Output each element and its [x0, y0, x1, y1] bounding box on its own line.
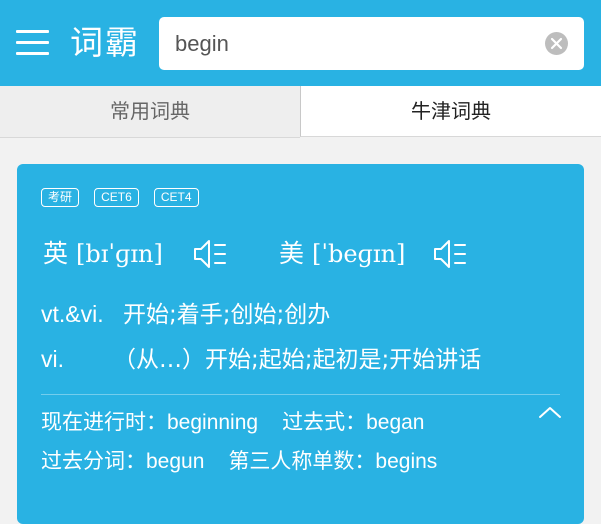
form-label: 过去式：: [282, 410, 367, 434]
pronunciation-uk: 英 [bɪˈɡɪn]: [43, 234, 163, 274]
phonetic-us: [ˈbeɡɪn]: [312, 240, 406, 268]
pronunciation-us: 美 [ˈbeɡɪn]: [279, 234, 405, 274]
definition-line: vt.&vi. 开始;着手;创始;创办: [41, 297, 330, 332]
pronunciation-row: 英 [bɪˈɡɪn] 美 [ˈbeɡɪn]: [43, 234, 573, 274]
speaker-icon[interactable]: [431, 237, 467, 271]
speaker-icon[interactable]: [191, 237, 227, 271]
clear-icon[interactable]: [545, 32, 568, 55]
region-label-uk: 英: [43, 239, 69, 268]
part-of-speech: vt.&vi.: [41, 301, 104, 327]
definition-text: 开始;着手;创始;创办: [123, 302, 331, 328]
form-value: begun: [146, 450, 205, 473]
form-label: 过去分词：: [41, 449, 146, 473]
divider: [41, 394, 560, 395]
chevron-up-icon[interactable]: [537, 404, 563, 422]
word-forms-row: 过去分词：begun 第三人称单数：begins: [41, 445, 437, 478]
definition-card: 考研 CET6 CET4 英 [bɪˈɡɪn] 美 [ˈbeɡɪn] vt.&vi.…: [17, 164, 584, 524]
form-value: beginning: [167, 411, 259, 434]
part-of-speech: vi.: [41, 346, 64, 372]
exam-tags: 考研 CET6 CET4: [41, 188, 209, 208]
definition-line: vi. （从…）开始;起始;起初是;开始讲话: [41, 342, 481, 377]
search-input[interactable]: [175, 17, 535, 70]
tab-common-dictionary[interactable]: 常用词典: [0, 86, 300, 138]
tag-cet6: CET6: [94, 188, 139, 207]
word-forms-row: 现在进行时：beginning 过去式：began: [41, 406, 425, 439]
definition-text: （从…）开始;起始;起初是;开始讲话: [113, 347, 482, 373]
search-box: [159, 17, 584, 70]
app-header: 词霸: [0, 0, 601, 86]
form-value: began: [366, 411, 425, 434]
phonetic-uk: [bɪˈɡɪn]: [76, 240, 163, 268]
region-label-us: 美: [279, 239, 305, 268]
tag-cet4: CET4: [153, 188, 199, 207]
form-label: 现在进行时：: [41, 410, 167, 434]
menu-icon[interactable]: [16, 28, 49, 58]
form-label: 第三人称单数：: [228, 449, 376, 473]
dictionary-tabs: 常用词典 牛津词典: [0, 86, 601, 138]
tab-oxford-dictionary[interactable]: 牛津词典: [300, 86, 601, 137]
form-value: begins: [375, 450, 438, 473]
app-logo: 词霸: [70, 23, 140, 62]
tag-kaoyan: 考研: [41, 188, 80, 207]
